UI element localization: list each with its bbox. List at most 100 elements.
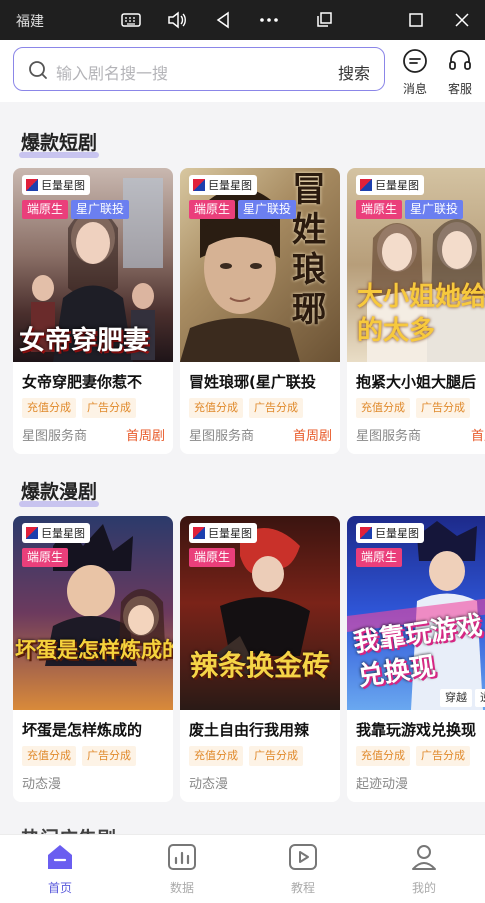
card-title: 女帝穿肥妻你惹不 — [22, 373, 143, 391]
user-icon — [409, 845, 439, 875]
brand-mark-icon — [193, 179, 205, 191]
drama-card[interactable]: 大小姐她给的太多 巨量星图 端原生 星广联投 抱紧大小姐大腿后 充值分成 广告分… — [347, 168, 485, 454]
section-title-comic-drama: 爆款漫剧 — [19, 477, 100, 507]
brand-logo: 巨量星图 — [356, 175, 424, 195]
chip-recharge-share: 充值分成 — [356, 398, 410, 418]
chip-recharge-share: 充值分成 — [356, 746, 410, 766]
card-provider: 星图服务商 — [189, 429, 255, 444]
popout-icon[interactable] — [313, 9, 335, 31]
chip-ad-share: 广告分成 — [82, 746, 136, 766]
nav-profile[interactable]: 我的 — [394, 843, 454, 896]
poster-title-text: 冒姓琅琊 — [292, 170, 326, 330]
nav-tutorial-label: 教程 — [290, 881, 315, 895]
messages-button[interactable]: 消息 — [397, 48, 433, 97]
card-provider: 动态漫 — [189, 777, 229, 792]
tag-native: 端原生 — [356, 200, 403, 219]
comic-card[interactable]: 我靠玩游戏兑换现 巨量星图 端原生 穿越 逆袭 我靠玩游戏兑换现 充值分成 广告… — [347, 516, 485, 802]
chip-ad-share: 广告分成 — [416, 746, 470, 766]
poster-title-text: 坏蛋是怎样炼成的 — [15, 637, 173, 662]
search-input[interactable]: 输入剧名搜一搜 — [56, 60, 168, 84]
poster-image: 辣条换金砖 巨量星图 端原生 — [180, 516, 340, 710]
brand-logo: 巨量星图 — [22, 175, 90, 195]
nav-home[interactable]: 首页 — [30, 843, 90, 896]
brand-logo: 巨量星图 — [189, 175, 257, 195]
search-icon — [28, 60, 48, 84]
nav-profile-label: 我的 — [411, 881, 436, 895]
brand-mark-icon — [193, 527, 205, 539]
brand-logo: 巨量星图 — [22, 523, 90, 543]
card-title: 冒姓琅琊(星广联投 — [189, 373, 316, 391]
chip-ad-share: 广告分成 — [249, 746, 303, 766]
poster-image: 我靠玩游戏兑换现 巨量星图 端原生 穿越 逆袭 — [347, 516, 485, 710]
brand-logo: 巨量星图 — [189, 523, 257, 543]
section-title-short-drama: 爆款短剧 — [19, 128, 100, 158]
volume-icon[interactable] — [166, 9, 188, 31]
tag-native: 端原生 — [189, 548, 236, 567]
tag-native: 端原生 — [22, 200, 69, 219]
card-title: 坏蛋是怎样炼成的 — [22, 721, 143, 739]
message-icon — [402, 49, 428, 78]
home-icon — [45, 845, 75, 875]
card-title: 我靠玩游戏兑换现 — [356, 721, 477, 739]
nav-tutorial[interactable]: 教程 — [273, 843, 333, 896]
poster-image: 坏蛋是怎样炼成的 巨量星图 端原生 — [13, 516, 173, 710]
window-titlebar: 福建 — [0, 0, 485, 40]
comic-card[interactable]: 辣条换金砖 巨量星图 端原生 废土自由行我用辣 充值分成 广告分成 动态漫 — [180, 516, 340, 802]
brand-logo: 巨量星图 — [356, 523, 424, 543]
drama-card[interactable]: 女帝穿肥妻 巨量星图 端原生 星广联投 女帝穿肥妻你惹不 充值分成 广告分成 星… — [13, 168, 173, 454]
chip-recharge-share: 充值分成 — [22, 398, 76, 418]
tag-joint-promo: 星广联投 — [405, 200, 464, 219]
poster-image: 大小姐她给的太多 巨量星图 端原生 星广联投 — [347, 168, 485, 362]
search-button[interactable]: 搜索 — [338, 60, 370, 84]
tag-joint-promo: 星广联投 — [71, 200, 130, 219]
tag-native: 端原生 — [189, 200, 236, 219]
card-provider: 动态漫 — [22, 777, 62, 792]
brand-mark-icon — [360, 527, 372, 539]
chip-ad-share: 广告分成 — [249, 398, 303, 418]
tag-native: 端原生 — [356, 548, 403, 567]
card-badge: 首周剧 — [292, 429, 332, 444]
poster-title-text: 辣条换金砖 — [190, 649, 331, 682]
poster-title-text: 大小姐她给的太多 — [357, 282, 485, 346]
search-box[interactable]: 输入剧名搜一搜 搜索 — [13, 47, 385, 91]
comic-card[interactable]: 坏蛋是怎样炼成的 巨量星图 端原生 坏蛋是怎样炼成的 充值分成 广告分成 动态漫 — [13, 516, 173, 802]
nav-home-label: 首页 — [47, 881, 72, 895]
chip-recharge-share: 充值分成 — [189, 398, 243, 418]
brand-mark-icon — [26, 179, 38, 191]
keyboard-icon[interactable] — [120, 9, 142, 31]
poster-title-text: 女帝穿肥妻 — [19, 326, 150, 356]
tag-native: 端原生 — [22, 548, 69, 567]
support-label: 客服 — [447, 82, 472, 96]
messages-label: 消息 — [402, 82, 427, 96]
genre-tag: 穿越 — [440, 689, 472, 707]
brand-mark-icon — [360, 179, 372, 191]
tag-joint-promo: 星广联投 — [238, 200, 297, 219]
more-icon[interactable] — [258, 9, 280, 31]
card-title: 废土自由行我用辣 — [189, 721, 310, 739]
card-provider: 星图服务商 — [356, 429, 422, 444]
back-icon[interactable] — [212, 9, 234, 31]
card-title: 抱紧大小姐大腿后 — [356, 373, 477, 391]
app-title: 福建 — [16, 14, 44, 30]
maximize-icon[interactable] — [405, 9, 427, 31]
genre-tag: 逆袭 — [475, 689, 485, 707]
chart-icon — [167, 844, 197, 875]
bottom-nav: 首页 数据 教程 我的 — [0, 834, 485, 903]
poster-image: 女帝穿肥妻 巨量星图 端原生 星广联投 — [13, 168, 173, 362]
drama-card[interactable]: 坏蛋是怎样炼成的 冒姓琅琊 巨量星图 端原生 星广联投 冒姓琅琊(星广联投 充值… — [180, 168, 340, 454]
chip-recharge-share: 充值分成 — [22, 746, 76, 766]
card-badge: 首周 — [470, 429, 485, 444]
play-icon — [288, 844, 318, 875]
card-provider: 起迹动漫 — [356, 777, 409, 792]
poster-image: 坏蛋是怎样炼成的 冒姓琅琊 巨量星图 端原生 星广联投 — [180, 168, 340, 362]
search-header: 输入剧名搜一搜 搜索 消息 客服 — [0, 40, 485, 102]
support-button[interactable]: 客服 — [442, 48, 478, 97]
chip-ad-share: 广告分成 — [82, 398, 136, 418]
brand-mark-icon — [26, 527, 38, 539]
nav-data[interactable]: 数据 — [152, 843, 212, 896]
card-badge: 首周剧 — [125, 429, 165, 444]
chip-recharge-share: 充值分成 — [189, 746, 243, 766]
chip-ad-share: 广告分成 — [416, 398, 470, 418]
close-icon[interactable] — [451, 9, 473, 31]
nav-data-label: 数据 — [169, 881, 194, 895]
